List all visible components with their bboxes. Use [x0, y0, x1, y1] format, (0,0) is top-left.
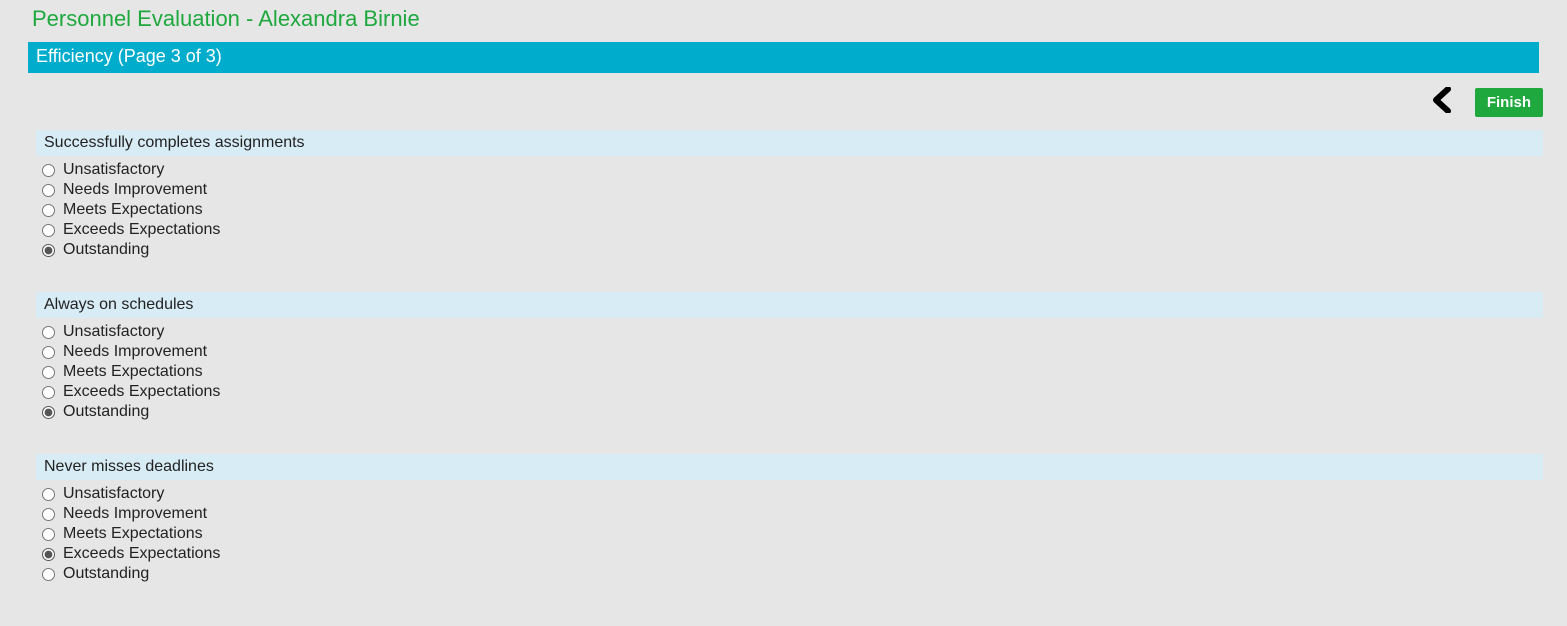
option-row[interactable]: Unsatisfactory — [42, 484, 1543, 504]
option-row[interactable]: Exceeds Expectations — [42, 382, 1543, 402]
option-row[interactable]: Needs Improvement — [42, 180, 1543, 200]
options-group: Unsatisfactory Needs Improvement Meets Exp… — [36, 318, 1543, 422]
option-row[interactable]: Exceeds Expectations — [42, 220, 1543, 240]
option-radio[interactable] — [42, 346, 55, 359]
question-title: Always on schedules — [36, 292, 1543, 318]
page-title: Personnel Evaluation - Alexandra Birnie — [0, 0, 1567, 42]
option-radio[interactable] — [42, 568, 55, 581]
option-label[interactable]: Needs Improvement — [63, 343, 207, 361]
option-row[interactable]: Unsatisfactory — [42, 160, 1543, 180]
option-radio[interactable] — [42, 204, 55, 217]
option-row[interactable]: Outstanding — [42, 240, 1543, 260]
evaluation-page: Personnel Evaluation - Alexandra Birnie … — [0, 0, 1567, 626]
questions-container: Successfully completes assignmentsUnsati… — [0, 130, 1567, 626]
chevron-left-icon — [1431, 87, 1453, 113]
finish-button[interactable]: Finish — [1475, 88, 1543, 117]
option-label[interactable]: Needs Improvement — [63, 505, 207, 523]
option-label[interactable]: Meets Expectations — [63, 525, 203, 543]
option-row[interactable]: Outstanding — [42, 402, 1543, 422]
option-label[interactable]: Unsatisfactory — [63, 323, 164, 341]
question-block: Successfully completes assignmentsUnsati… — [36, 130, 1543, 260]
option-label[interactable]: Needs Improvement — [63, 181, 207, 199]
option-label[interactable]: Outstanding — [63, 565, 149, 583]
option-row[interactable]: Exceeds Expectations — [42, 544, 1543, 564]
option-row[interactable]: Outstanding — [42, 564, 1543, 584]
option-radio[interactable] — [42, 508, 55, 521]
option-label[interactable]: Exceeds Expectations — [63, 221, 220, 239]
options-group: Unsatisfactory Needs Improvement Meets Exp… — [36, 480, 1543, 584]
option-row[interactable]: Meets Expectations — [42, 524, 1543, 544]
option-label[interactable]: Meets Expectations — [63, 363, 203, 381]
options-group: Unsatisfactory Needs Improvement Meets Exp… — [36, 156, 1543, 260]
option-radio[interactable] — [42, 184, 55, 197]
nav-row: Finish — [0, 73, 1567, 130]
option-label[interactable]: Outstanding — [63, 403, 149, 421]
option-row[interactable]: Meets Expectations — [42, 200, 1543, 220]
option-label[interactable]: Exceeds Expectations — [63, 383, 220, 401]
question-title: Never misses deadlines — [36, 454, 1543, 480]
option-label[interactable]: Meets Expectations — [63, 201, 203, 219]
option-radio[interactable] — [42, 164, 55, 177]
option-radio[interactable] — [42, 366, 55, 379]
option-label[interactable]: Outstanding — [63, 241, 149, 259]
back-icon[interactable] — [1431, 87, 1453, 118]
option-radio[interactable] — [42, 224, 55, 237]
option-row[interactable]: Meets Expectations — [42, 362, 1543, 382]
question-block: Always on schedules Unsatisfactory Needs I… — [36, 292, 1543, 422]
option-radio[interactable] — [42, 326, 55, 339]
question-block: Never misses deadlines Unsatisfactory Need… — [36, 454, 1543, 584]
section-header: Efficiency (Page 3 of 3) — [28, 42, 1539, 73]
option-radio[interactable] — [42, 244, 55, 257]
option-label[interactable]: Unsatisfactory — [63, 161, 164, 179]
option-row[interactable]: Needs Improvement — [42, 504, 1543, 524]
option-radio[interactable] — [42, 488, 55, 501]
option-radio[interactable] — [42, 528, 55, 541]
option-radio[interactable] — [42, 548, 55, 561]
option-radio[interactable] — [42, 406, 55, 419]
question-title: Successfully completes assignments — [36, 130, 1543, 156]
option-row[interactable]: Unsatisfactory — [42, 322, 1543, 342]
option-label[interactable]: Exceeds Expectations — [63, 545, 220, 563]
option-radio[interactable] — [42, 386, 55, 399]
option-label[interactable]: Unsatisfactory — [63, 485, 164, 503]
option-row[interactable]: Needs Improvement — [42, 342, 1543, 362]
